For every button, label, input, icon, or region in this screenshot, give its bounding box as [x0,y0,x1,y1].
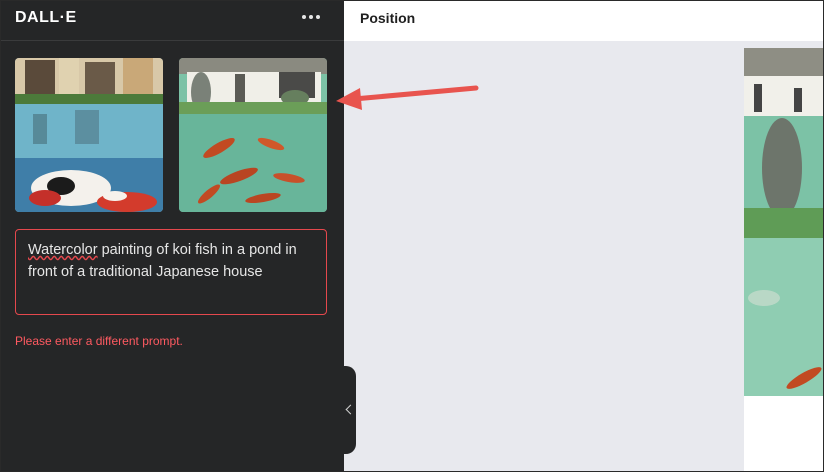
position-button[interactable]: Position [360,10,415,26]
dalle-sidebar: DALL·E Watercolor painting of koi fish i… [0,0,344,472]
more-icon [316,15,320,19]
collapse-sidebar-button[interactable] [344,366,356,454]
prompt-input[interactable]: Watercolor painting of koi fish in a pon… [15,229,327,315]
sidebar-header: DALL·E [0,0,344,41]
generated-image-2[interactable] [179,58,327,212]
prompt-misspelled-word: Watercolor [28,242,98,258]
chevron-left-icon [345,404,356,415]
placed-image[interactable] [744,48,824,396]
more-icon [309,15,313,19]
editor-toolbar: Position [344,0,824,41]
error-message: Please enter a different prompt. [15,334,183,348]
sidebar-title: DALL·E [15,9,77,26]
more-options-button[interactable] [296,6,326,28]
more-icon [302,15,306,19]
generated-image-1[interactable] [15,58,163,212]
red-arrow-icon [336,85,479,110]
